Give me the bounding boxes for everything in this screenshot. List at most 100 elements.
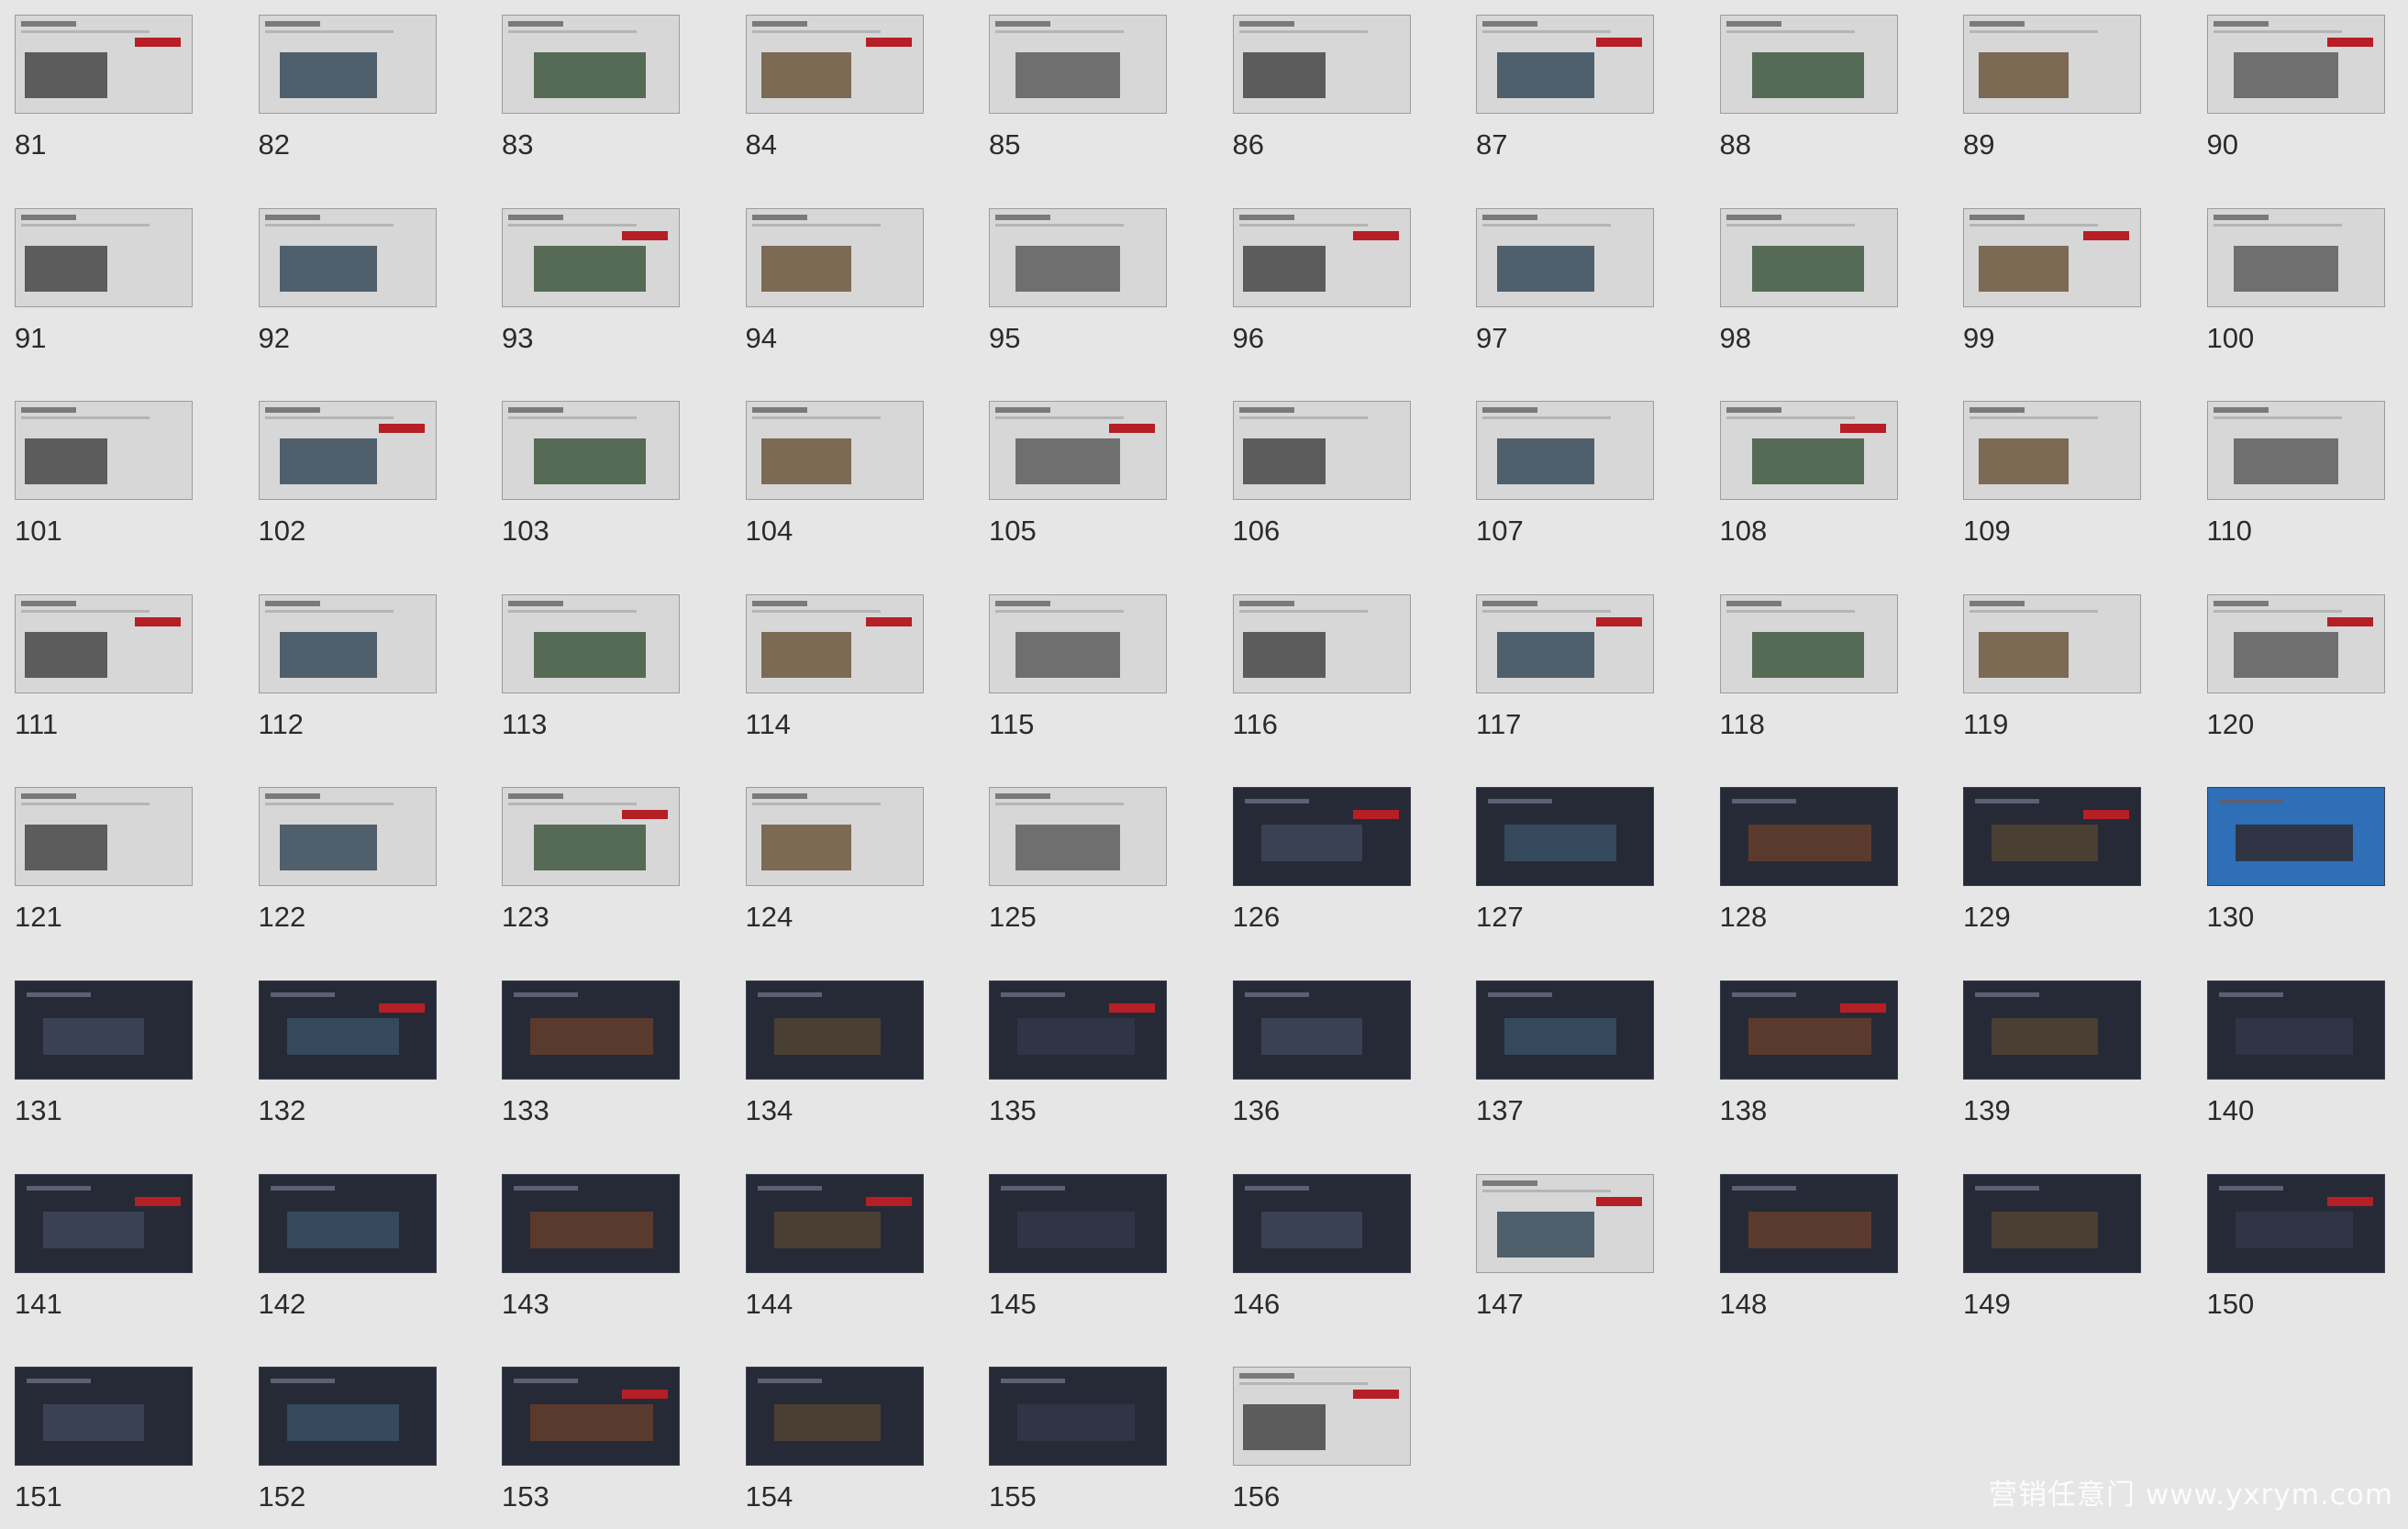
slide-thumbnail-item[interactable]: 95 [989,207,1169,362]
slide-thumbnail-item[interactable]: 84 [745,15,926,169]
slide-thumbnail[interactable] [15,1173,193,1273]
slide-thumbnail-item[interactable]: 128 [1719,787,1900,941]
slide-thumbnail-item[interactable]: 112 [258,593,438,748]
slide-thumbnail[interactable] [989,207,1167,307]
slide-thumbnail-item[interactable]: 98 [1719,207,1900,362]
slide-thumbnail[interactable] [258,981,437,1080]
slide-thumbnail[interactable] [745,15,924,114]
slide-thumbnail[interactable] [258,15,437,114]
slide-thumbnail-item[interactable]: 118 [1719,593,1900,748]
slide-thumbnail[interactable] [989,787,1167,887]
slide-thumbnail[interactable] [989,1367,1167,1467]
slide-thumbnail-item[interactable]: 150 [2206,1173,2387,1328]
slide-thumbnail[interactable] [1232,15,1411,114]
slide-thumbnail[interactable] [1476,981,1654,1080]
slide-thumbnail-item[interactable]: 131 [15,981,194,1135]
slide-thumbnail[interactable] [258,401,437,501]
slide-thumbnail[interactable] [1719,787,1898,887]
slide-thumbnail[interactable] [745,1173,924,1273]
slide-thumbnail-item[interactable]: 90 [2206,15,2387,169]
slide-thumbnail[interactable] [258,1367,437,1467]
slide-thumbnail[interactable] [502,593,680,693]
slide-thumbnail[interactable] [745,401,924,501]
slide-thumbnail-item[interactable]: 136 [1232,981,1413,1135]
slide-thumbnail-item[interactable]: 91 [15,207,194,362]
slide-thumbnail-item[interactable]: 124 [745,787,926,941]
slide-thumbnail[interactable] [1719,207,1898,307]
slide-thumbnail-item[interactable]: 93 [502,207,682,362]
slide-thumbnail[interactable] [1963,207,2141,307]
slide-thumbnail-item[interactable]: 121 [15,787,194,941]
slide-thumbnail[interactable] [1963,15,2141,114]
slide-thumbnail-item[interactable]: 120 [2206,593,2387,748]
slide-thumbnail[interactable] [258,207,437,307]
slide-thumbnail-item[interactable]: 115 [989,593,1169,748]
slide-thumbnail-item[interactable]: 127 [1476,787,1656,941]
slide-thumbnail[interactable] [1232,207,1411,307]
slide-thumbnail[interactable] [2206,207,2385,307]
slide-thumbnail-item[interactable]: 137 [1476,981,1656,1135]
slide-thumbnail-item[interactable]: 114 [745,593,926,748]
slide-thumbnail[interactable] [502,1173,680,1273]
slide-thumbnail[interactable] [502,787,680,887]
slide-thumbnail[interactable] [258,787,437,887]
slide-thumbnail-item[interactable]: 108 [1719,401,1900,555]
slide-thumbnail[interactable] [1232,787,1411,887]
slide-thumbnail-item[interactable]: 151 [15,1367,194,1521]
slide-thumbnail-item[interactable]: 86 [1232,15,1413,169]
slide-thumbnail[interactable] [1476,593,1654,693]
slide-thumbnail-item[interactable]: 149 [1963,1173,2143,1328]
slide-thumbnail-item[interactable]: 100 [2206,207,2387,362]
slide-thumbnail-item[interactable]: 132 [258,981,438,1135]
slide-thumbnail[interactable] [1476,1173,1654,1273]
slide-thumbnail[interactable] [2206,401,2385,501]
slide-thumbnail-item[interactable]: 130 [2206,787,2387,941]
slide-thumbnail-item[interactable]: 105 [989,401,1169,555]
slide-thumbnail-item[interactable]: 153 [502,1367,682,1521]
slide-thumbnail[interactable] [1719,1173,1898,1273]
slide-thumbnail[interactable] [1719,401,1898,501]
slide-thumbnail-item[interactable]: 141 [15,1173,194,1328]
slide-thumbnail-item[interactable]: 97 [1476,207,1656,362]
slide-thumbnail[interactable] [1719,593,1898,693]
slide-thumbnail[interactable] [1232,981,1411,1080]
slide-thumbnail-item[interactable]: 147 [1476,1173,1656,1328]
slide-thumbnail[interactable] [2206,981,2385,1080]
slide-thumbnail-item[interactable]: 96 [1232,207,1413,362]
slide-thumbnail-item[interactable]: 155 [989,1367,1169,1521]
slide-thumbnail[interactable] [745,207,924,307]
slide-thumbnail-item[interactable]: 106 [1232,401,1413,555]
slide-thumbnail[interactable] [2206,15,2385,114]
slide-thumbnail[interactable] [15,593,193,693]
slide-thumbnail-item[interactable]: 87 [1476,15,1656,169]
slide-thumbnail-item[interactable]: 125 [989,787,1169,941]
slide-thumbnail-item[interactable]: 117 [1476,593,1656,748]
slide-thumbnail[interactable] [1963,787,2141,887]
slide-thumbnail-item[interactable]: 142 [258,1173,438,1328]
slide-thumbnail[interactable] [1963,401,2141,501]
slide-thumbnail[interactable] [502,15,680,114]
slide-thumbnail[interactable] [15,1367,193,1467]
slide-thumbnail-item[interactable]: 107 [1476,401,1656,555]
slide-thumbnail-item[interactable]: 146 [1232,1173,1413,1328]
slide-thumbnail-item[interactable]: 89 [1963,15,2143,169]
slide-thumbnail-item[interactable]: 145 [989,1173,1169,1328]
slide-thumbnail[interactable] [989,981,1167,1080]
slide-thumbnail-item[interactable]: 104 [745,401,926,555]
slide-thumbnail[interactable] [1476,787,1654,887]
slide-thumbnail[interactable] [1476,401,1654,501]
slide-thumbnail-item[interactable]: 152 [258,1367,438,1521]
slide-thumbnail[interactable] [1963,593,2141,693]
slide-thumbnail[interactable] [15,15,193,114]
slide-thumbnail-item[interactable]: 123 [502,787,682,941]
slide-thumbnail-item[interactable]: 109 [1963,401,2143,555]
slide-thumbnail-item[interactable]: 144 [745,1173,926,1328]
slide-thumbnail-item[interactable]: 101 [15,401,194,555]
slide-thumbnail[interactable] [989,593,1167,693]
slide-thumbnail-item[interactable]: 113 [502,593,682,748]
slide-thumbnail-item[interactable]: 102 [258,401,438,555]
slide-thumbnail-item[interactable]: 85 [989,15,1169,169]
slide-thumbnail-item[interactable]: 135 [989,981,1169,1135]
slide-thumbnail-item[interactable]: 83 [502,15,682,169]
slide-thumbnail-item[interactable]: 119 [1963,593,2143,748]
